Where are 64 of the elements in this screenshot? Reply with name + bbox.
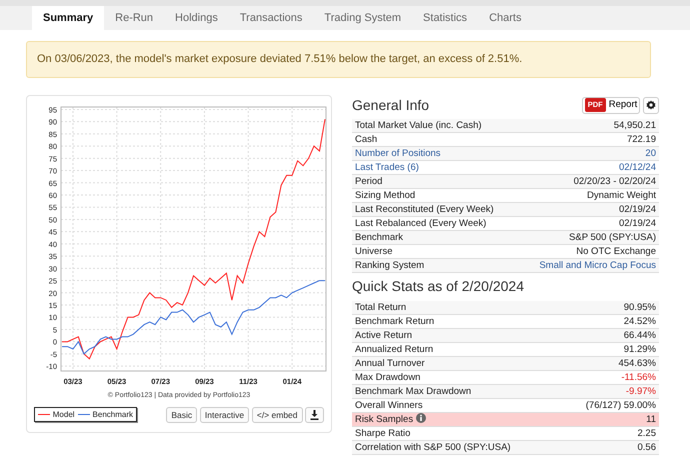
row-value: 454.63% [560,356,659,370]
row-value: 722.19 [518,132,659,146]
row-label: Max Drawdown [352,370,561,384]
row-value: 02/20/23 - 02/20/24 [518,174,659,188]
row-label: Ranking System [352,258,518,272]
tab[interactable]: Re-Run [104,6,164,30]
info-icon[interactable] [416,412,426,423]
row-label-with-info: Risk Samples [352,412,561,426]
row-value: 90.95% [560,300,659,314]
chart-button[interactable]: </> embed [252,406,302,422]
tab[interactable]: Holdings [164,6,229,30]
row-label: Correlation with S&P 500 (SPY:USA) [352,440,561,454]
tab[interactable]: Trading System [313,6,412,30]
row-label: Annual Turnover [352,356,561,370]
row-label: Benchmark [352,230,518,244]
section-title: Quick Stats as of 2/20/2024 [352,276,525,296]
row-value: 02/19/24 [518,216,659,230]
row-label: Benchmark Return [352,314,561,328]
row-label: Active Return [352,328,561,342]
settings-button[interactable] [643,96,659,114]
chart-button[interactable]: Basic [166,406,198,422]
row-value: (76/127) 59.00% [560,398,659,412]
tab[interactable]: Statistics [412,6,478,30]
section-title: General Info [352,96,430,114]
row-label: Universe [352,244,518,258]
row-label: Cash [352,132,518,146]
row-label: Period [352,174,518,188]
row-label: Last Rebalanced (Every Week) [352,216,518,230]
row-label: Last Reconstituted (Every Week) [352,202,518,216]
settings-icon [646,100,656,110]
row-value: 91.29% [560,342,659,356]
legend-label: Benchmark [92,408,134,420]
row-value: -9.97% [560,384,659,398]
row-value: 54,950.21 [518,118,659,132]
row-value: 2.25 [560,426,659,440]
row-value: 24.52% [560,314,659,328]
row-label: Sharpe Ratio [352,426,561,440]
row-label[interactable]: Last Trades (6) [352,160,518,174]
tab[interactable]: Summary [32,6,104,30]
row-label: Sizing Method [352,188,518,202]
tab[interactable]: Charts [478,6,532,30]
row-value: 0.56 [560,440,659,454]
legend-label: Model [52,408,75,420]
row-value[interactable]: 02/12/24 [518,160,659,174]
tab[interactable]: Transactions [228,6,314,30]
row-value[interactable]: 20 [518,146,659,160]
row-label: Annualized Return [352,342,561,356]
row-value: 11 [560,412,659,426]
alert-message: On 03/06/2023, the model's market exposure deviated 7.51% below the target, an excess of 2.51%. [26,41,651,78]
row-label[interactable]: Number of Positions [352,146,518,160]
chart-button[interactable]: Interactive [200,406,250,422]
row-value: 66.44% [560,328,659,342]
download-button[interactable] [305,406,324,422]
row-label: Overall Winners [352,398,561,412]
row-value: No OTC Exchange [518,244,659,258]
row-value[interactable]: Small and Micro Cap Focus [518,258,659,272]
download-icon [310,410,320,420]
row-label: Total Market Value (inc. Cash) [352,118,518,132]
row-label: Total Return [352,300,561,314]
row-label: Benchmark Max Drawdown [352,384,561,398]
row-value: Dynamic Weight [518,188,659,202]
row-value: 02/19/24 [518,202,659,216]
row-value: S&P 500 (SPY:USA) [518,230,659,244]
row-value: -11.56% [560,370,659,384]
